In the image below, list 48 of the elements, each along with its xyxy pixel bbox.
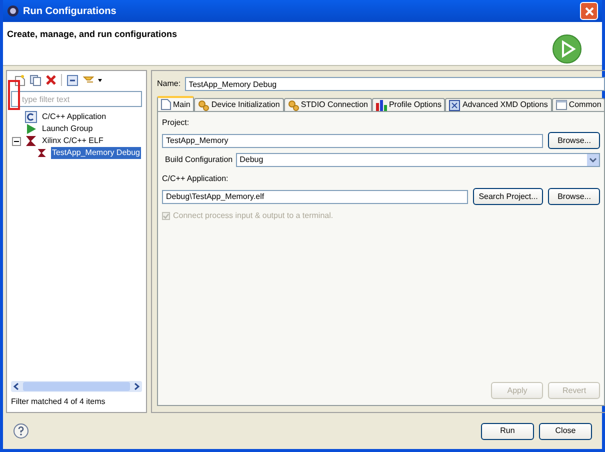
tab[interactable]: Advanced XMD Options [445, 98, 552, 111]
tab[interactable]: Main [157, 96, 194, 111]
tree-item[interactable]: Launch Group [41, 123, 94, 135]
window-title: Run Configurations [23, 4, 118, 18]
filter-dropdown-icon[interactable] [83, 74, 103, 86]
horizontal-scrollbar[interactable] [11, 381, 142, 392]
build-configuration-dropdown[interactable]: Debug [236, 153, 600, 167]
project-field[interactable]: TestApp_Memory [162, 134, 544, 148]
search-project-button[interactable]: Search Project... [473, 188, 544, 205]
name-label: Name: [157, 78, 181, 90]
filter-field[interactable]: type filter text [11, 91, 142, 107]
filter-status: Filter matched 4 of 4 items [10, 396, 106, 408]
collapse-all-icon[interactable] [67, 74, 78, 86]
gear-icon [198, 100, 210, 110]
tree-item[interactable]: TestApp_Memory Debug [50, 147, 141, 159]
build-configuration-label: Build Configuration [165, 154, 233, 166]
application-field[interactable]: Debug\TestApp_Memory.elf [162, 190, 468, 204]
gear-icon [288, 100, 299, 110]
tree-item[interactable]: C/C++ Application [41, 111, 108, 123]
application-label: C/C++ Application: [162, 173, 230, 185]
monitor-icon [449, 100, 460, 110]
app-icon [7, 5, 19, 17]
help-icon[interactable] [13, 423, 29, 439]
bar-chart-icon [376, 100, 387, 110]
collapse-toggle-icon[interactable] [12, 136, 21, 146]
run-button[interactable]: Run [481, 422, 534, 440]
tab[interactable]: Device Initialization [194, 98, 284, 111]
project-label: Project: [162, 117, 190, 129]
highlight-frame [8, 80, 20, 110]
browse-button[interactable]: Browse... [548, 188, 600, 205]
name-field[interactable]: TestApp_Memory Debug [184, 77, 605, 91]
tree-item[interactable]: Xilinx C/C++ ELF [41, 135, 104, 147]
scroll-right-icon[interactable] [134, 383, 140, 390]
close-icon [584, 6, 594, 16]
duplicate-icon[interactable] [30, 74, 41, 86]
scroll-thumb[interactable] [23, 382, 130, 391]
play-icon [25, 123, 37, 135]
tab[interactable]: STDIO Connection [284, 98, 372, 111]
c-file-icon [25, 111, 37, 123]
close-dialog-button[interactable]: Close [539, 422, 592, 440]
checkbox-label: Connect process input & output to a terminal. [173, 210, 334, 222]
close-button[interactable] [580, 2, 598, 20]
browse-button[interactable]: Browse... [548, 132, 600, 149]
tab[interactable]: Profile Options [372, 98, 446, 111]
delete-icon[interactable] [46, 75, 56, 85]
tab[interactable]: Common [552, 98, 605, 111]
scroll-left-icon[interactable] [13, 383, 19, 390]
header-title: Create, manage, and run configurations [7, 28, 178, 41]
